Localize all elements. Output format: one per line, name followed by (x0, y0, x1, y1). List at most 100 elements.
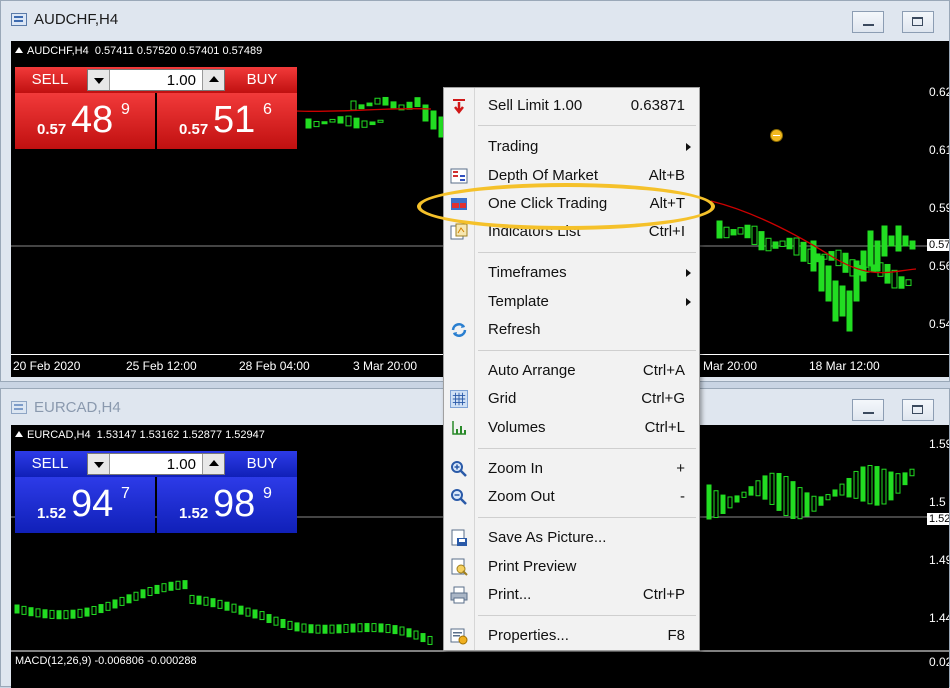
menu-item-print[interactable]: Print... Ctrl+P (444, 582, 699, 608)
candle (382, 96, 389, 106)
sell-price-button[interactable]: 0.57 48 9 (15, 93, 155, 149)
y-axis-label: 1.49 (929, 553, 949, 567)
menu-item-volumes[interactable]: Volumes Ctrl+L (444, 415, 699, 441)
candle (21, 605, 27, 615)
menu-separator (478, 615, 696, 616)
candle (273, 616, 279, 626)
candle (308, 624, 314, 634)
candle (818, 496, 824, 506)
maximize-button[interactable] (902, 11, 934, 33)
chart-context-menu: Sell Limit 1.00 0.63871 Trading Depth Of… (443, 87, 700, 651)
menu-item-timeframes[interactable]: Timeframes (444, 260, 699, 286)
submenu-arrow-icon (686, 298, 691, 306)
menu-item-shortcut: 0.63871 (630, 97, 685, 114)
candle (884, 263, 891, 284)
candle (147, 586, 153, 596)
menu-item-label: Depth Of Market (488, 167, 599, 184)
sell-price-button[interactable]: 1.52 94 7 (15, 477, 155, 533)
buy-button[interactable]: BUY (227, 67, 297, 93)
menu-item-label: Save As Picture... (488, 529, 607, 546)
candle (783, 476, 789, 517)
menu-item-label: Print... (488, 586, 532, 603)
candle (860, 250, 867, 282)
minimize-button[interactable] (852, 399, 884, 421)
menu-item-sell-limit[interactable]: Sell Limit 1.00 0.63871 (444, 93, 699, 119)
y-axis-label: 0.62 (929, 85, 949, 99)
candle (364, 623, 370, 633)
menu-item-shortcut: Ctrl+G (641, 390, 685, 407)
menu-separator (478, 448, 696, 449)
candle (744, 224, 751, 239)
candle (706, 484, 712, 520)
menu-item-zoom-in[interactable]: Zoom In + (444, 456, 699, 482)
increase-lots-icon[interactable] (202, 454, 224, 474)
chart-window-icon (11, 401, 27, 414)
menu-item-label: Grid (488, 390, 517, 407)
menu-item-refresh[interactable]: Refresh (444, 317, 699, 343)
candle (846, 290, 853, 332)
menu-item-grid[interactable]: Grid Ctrl+G (444, 386, 699, 412)
menu-item-shortcut: Alt+B (648, 167, 685, 184)
candle (390, 101, 397, 109)
lots-stepper[interactable]: 1.00 (87, 69, 225, 91)
sell-limit-arrow-icon (453, 99, 465, 115)
buy-button[interactable]: BUY (227, 451, 297, 477)
menu-item-save-as-picture[interactable]: Save As Picture... (444, 525, 699, 551)
candle (357, 623, 363, 633)
candle (891, 269, 898, 289)
lots-stepper[interactable]: 1.00 (87, 453, 225, 475)
sell-price-sup: 7 (121, 485, 130, 502)
menu-item-shortcut: + (676, 460, 685, 477)
candle (189, 594, 195, 604)
menu-item-indicators-list[interactable]: Indicators List Ctrl+I (444, 219, 699, 245)
menu-item-properties[interactable]: Properties... F8 (444, 623, 699, 649)
y-axis-label: 0.61 (929, 143, 949, 157)
lots-value[interactable]: 1.00 (110, 456, 202, 473)
menu-item-trading[interactable]: Trading (444, 134, 699, 160)
candle (881, 468, 887, 505)
sell-button[interactable]: SELL (15, 451, 85, 477)
menu-item-zoom-out[interactable]: Zoom Out - (444, 484, 699, 510)
menu-separator (478, 252, 696, 253)
titlebar[interactable]: AUDCHF,H4 (1, 1, 949, 37)
sell-button[interactable]: SELL (15, 67, 85, 93)
candle (888, 235, 895, 247)
decrease-lots-icon[interactable] (88, 454, 110, 474)
candle (765, 237, 772, 252)
candle (776, 472, 782, 511)
candle (63, 610, 69, 620)
one-click-header: SELL 1.00 BUY (15, 451, 297, 477)
menu-item-label: Trading (488, 138, 539, 155)
lots-value[interactable]: 1.00 (110, 72, 202, 89)
candle (140, 589, 146, 599)
menu-item-shortcut: Ctrl+I (648, 223, 685, 240)
candle (345, 115, 352, 127)
candle (786, 237, 793, 250)
buy-price-prefix: 1.52 (179, 505, 209, 522)
increase-lots-icon[interactable] (202, 70, 224, 90)
decrease-lots-icon[interactable] (88, 70, 110, 90)
menu-item-label: Refresh (488, 321, 541, 338)
buy-price-button[interactable]: 0.57 51 6 (157, 93, 297, 149)
menu-item-one-click-trading[interactable]: One Click Trading Alt+T (444, 191, 699, 217)
candle (748, 486, 754, 496)
buy-price-button[interactable]: 1.52 98 9 (157, 477, 297, 533)
x-axis-label: 25 Feb 12:00 (126, 359, 197, 373)
minimize-button[interactable] (852, 11, 884, 33)
candle (196, 595, 202, 605)
candle (895, 225, 902, 252)
menu-item-print-preview[interactable]: Print Preview (444, 554, 699, 580)
candle (119, 596, 125, 606)
window-title: AUDCHF,H4 (34, 11, 119, 28)
candle (315, 624, 321, 634)
y-axis-label: 0.59 (929, 201, 949, 215)
menu-item-auto-arrange[interactable]: Auto Arrange Ctrl+A (444, 358, 699, 384)
candle (881, 225, 888, 257)
x-axis-label: 3 Mar 20:00 (693, 359, 758, 373)
menu-item-shortcut: - (680, 488, 685, 505)
maximize-button[interactable] (902, 399, 934, 421)
candle (758, 231, 765, 251)
candle (238, 605, 244, 615)
menu-item-depth-of-market[interactable]: Depth Of Market Alt+B (444, 163, 699, 189)
menu-item-template[interactable]: Template (444, 289, 699, 315)
